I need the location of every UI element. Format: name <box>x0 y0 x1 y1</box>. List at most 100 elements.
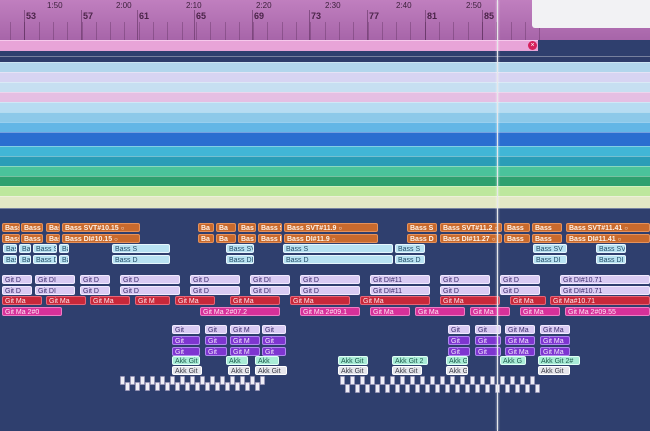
region-git-di[interactable]: Git D <box>120 286 180 295</box>
region-bass-svt2[interactable]: Bass S <box>395 244 425 253</box>
track-lane[interactable] <box>0 132 650 147</box>
region-akk-git[interactable]: Akk Git <box>338 356 368 365</box>
region-git-di[interactable]: Git D <box>120 275 180 284</box>
region-akk-git2[interactable]: Akk Git <box>538 366 570 375</box>
region-git-di[interactable]: Git DI <box>35 275 75 284</box>
playhead[interactable] <box>497 0 498 431</box>
region-git-ma[interactable]: Git Ma <box>510 296 546 305</box>
region-git-violet[interactable]: Git <box>262 325 286 334</box>
region-git-di[interactable]: Git D <box>2 286 32 295</box>
region-git-ma[interactable]: Git Ma <box>46 296 86 305</box>
region-bass-svt[interactable]: Ba <box>216 223 236 232</box>
region-bass-di[interactable]: Bas <box>238 234 256 243</box>
region-bass-svt[interactable]: Bass SVT#11.41 ○ <box>566 223 650 232</box>
region-git-violet[interactable]: Git Ma <box>540 347 570 356</box>
region-bass-svt[interactable]: Ba <box>198 223 214 232</box>
region-bass-svt[interactable]: Bas <box>238 223 256 232</box>
region-git-violet[interactable]: Git <box>172 336 200 345</box>
region-bass-di[interactable]: Bass <box>504 234 530 243</box>
region-git-ma2[interactable]: Git Ma 2#09.55 <box>565 307 650 316</box>
region-git-ma[interactable]: Git Ma <box>290 296 350 305</box>
region-bass-svt2[interactable]: Bass <box>19 244 31 253</box>
region-bass-svt[interactable]: Bass <box>532 223 562 232</box>
region-bass-svt[interactable]: Bass SVT#10.15 ○ <box>62 223 140 232</box>
region-git-violet[interactable]: Git <box>172 325 200 334</box>
mini-region[interactable] <box>515 384 520 393</box>
region-bass-di[interactable]: Bass D <box>407 234 437 243</box>
region-bass-di2[interactable]: Bass DI <box>596 255 626 264</box>
mini-region[interactable] <box>475 384 480 393</box>
region-git-violet[interactable]: Git <box>262 347 286 356</box>
region-akk-git[interactable]: Akk G <box>500 356 526 365</box>
region-bass-di2[interactable]: Bass D <box>395 255 425 264</box>
region-git-ma2[interactable]: Git Ma 2#07.2 <box>200 307 280 316</box>
region-git-di[interactable]: Git D <box>190 275 240 284</box>
mini-region[interactable] <box>455 384 460 393</box>
region-git-di[interactable]: Git D <box>80 286 110 295</box>
region-bass-di2[interactable]: Bass <box>19 255 31 264</box>
region-git-violet[interactable]: Git <box>205 336 227 345</box>
region-git-ma[interactable]: Git Ma#10.71 <box>550 296 650 305</box>
region-bass-svt2[interactable]: Bass SVT 2#09.7○ <box>226 244 254 253</box>
mini-region[interactable] <box>355 384 360 393</box>
region-git-violet[interactable]: Git Ma <box>540 325 570 334</box>
region-akk-git[interactable]: Akk Git 2 <box>392 356 428 365</box>
region-bass-di2[interactable]: Bass D <box>283 255 393 264</box>
region-bass-svt[interactable]: Bass <box>21 223 43 232</box>
mini-region[interactable] <box>535 384 540 393</box>
region-git-ma2[interactable]: Git Ma 2#09.1 <box>300 307 360 316</box>
region-akk-git2[interactable]: Akk Git <box>392 366 422 375</box>
region-akk-git2[interactable]: Akk G <box>228 366 250 375</box>
region-git-di[interactable]: Git DI <box>35 286 75 295</box>
region-bass-svt[interactable]: Bass <box>504 223 530 232</box>
region-bass-svt[interactable]: Bass S <box>407 223 437 232</box>
mini-region[interactable] <box>425 384 430 393</box>
mini-region[interactable] <box>525 384 530 393</box>
region-bass-svt2[interactable]: Bas <box>3 244 17 253</box>
mini-region[interactable] <box>445 384 450 393</box>
mini-region[interactable] <box>260 376 265 385</box>
region-git-violet[interactable]: Git <box>172 347 200 356</box>
region-bass-di[interactable]: Bass DI#11.9 <box>258 234 282 243</box>
region-git-di[interactable]: Git DI <box>250 275 290 284</box>
region-git-violet[interactable]: Git <box>262 336 286 345</box>
region-git-violet[interactable]: Git M <box>230 347 260 356</box>
region-git-violet[interactable]: Git Ma <box>505 325 535 334</box>
region-akk-git2[interactable]: Akk G <box>446 366 468 375</box>
region-bass-di[interactable]: Bass DI#11.27 ○ <box>440 234 502 243</box>
region-git-ma2[interactable]: Git Ma <box>415 307 465 316</box>
region-git-violet[interactable]: Git M <box>230 325 260 334</box>
mini-region[interactable] <box>465 384 470 393</box>
region-bass-svt[interactable]: Bass SVT#11.2○ <box>440 223 502 232</box>
region-git-di[interactable]: Git D <box>80 275 110 284</box>
region-git-violet[interactable]: Git Ma <box>505 336 535 345</box>
region-git-ma2[interactable]: Git Ma <box>370 307 410 316</box>
region-bass-svt2[interactable]: Bas <box>59 244 69 253</box>
region-git-di[interactable]: Git DI#10.71 <box>560 275 650 284</box>
mini-region[interactable] <box>485 384 490 393</box>
region-bass-di[interactable]: Bass D <box>2 234 20 243</box>
mini-region[interactable] <box>375 384 380 393</box>
region-git-di[interactable]: Git D <box>440 275 490 284</box>
region-bass-svt2[interactable]: Bass SV <box>533 244 567 253</box>
region-git-di[interactable]: Git D <box>190 286 240 295</box>
cycle-end-icon[interactable]: × <box>528 41 537 50</box>
region-bass-di[interactable]: Bass <box>21 234 43 243</box>
region-bass-di[interactable]: Bass DI#11.9 ○ <box>284 234 378 243</box>
region-bass-svt2[interactable]: Bass S <box>33 244 57 253</box>
region-akk-git2[interactable]: Akk Git <box>172 366 202 375</box>
region-git-di[interactable]: Git DI <box>250 286 290 295</box>
region-git-violet[interactable]: Git Ma <box>540 336 570 345</box>
region-git-ma[interactable]: Git M <box>135 296 170 305</box>
region-akk-git[interactable]: Akk Git <box>446 356 468 365</box>
mini-region[interactable] <box>365 384 370 393</box>
region-bass-svt2[interactable]: Bass S <box>283 244 393 253</box>
mini-region[interactable] <box>505 384 510 393</box>
region-git-ma[interactable]: Git Ma <box>230 296 280 305</box>
region-git-violet[interactable]: Git Ma <box>505 347 535 356</box>
region-bass-di2[interactable]: Bas <box>59 255 69 264</box>
region-git-ma[interactable]: Git Ma <box>90 296 130 305</box>
region-bass-svt[interactable]: Bass SVT#11.9 <box>258 223 282 232</box>
region-akk-git[interactable]: Akk Git 2# <box>538 356 580 365</box>
region-git-di[interactable]: Git D <box>2 275 32 284</box>
